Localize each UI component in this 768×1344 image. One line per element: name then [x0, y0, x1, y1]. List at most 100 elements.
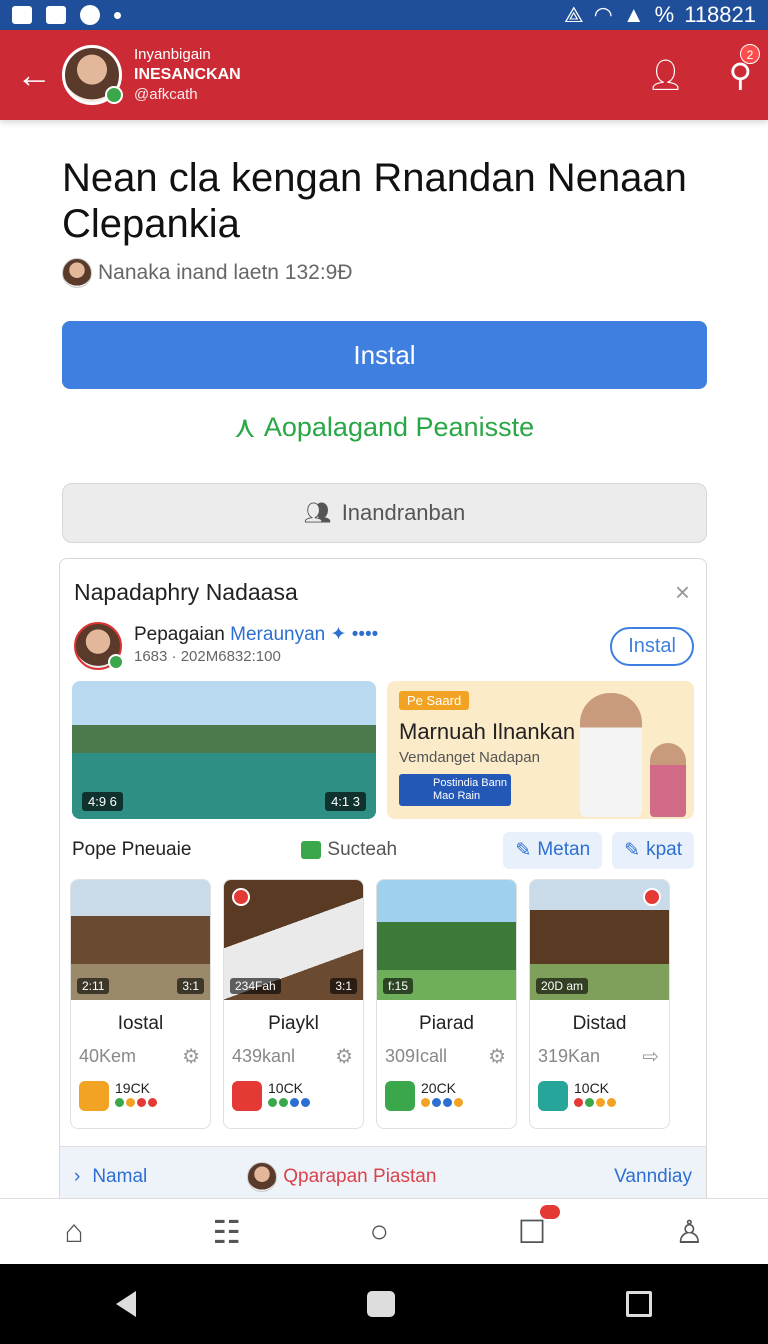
gear-icon[interactable]: ⚙ — [335, 1044, 353, 1069]
chevron-right-icon: › — [74, 1165, 81, 1187]
media-tag-left: 4:9 6 — [82, 792, 123, 811]
nav-home-icon[interactable] — [366, 1291, 395, 1317]
camera-icon — [12, 6, 32, 24]
thumb-tag-left: f:15 — [383, 978, 414, 994]
footer-left-link[interactable]: › Namal — [74, 1166, 147, 1188]
tile-thumbnail: 2:11 3:1 — [71, 880, 210, 1000]
nav-recents-icon[interactable] — [626, 1291, 653, 1317]
tile-count: 19CK — [115, 1080, 151, 1096]
post-author-link[interactable]: Meraunyan — [230, 624, 325, 645]
post-avatar[interactable] — [74, 622, 124, 670]
edit-icon: ✎ — [515, 839, 532, 861]
rating-dots — [115, 1098, 157, 1107]
gear-icon[interactable]: ⚙ — [182, 1044, 200, 1069]
page-title: Nean cla kengan Rnandan Nenaan Clepankia — [62, 156, 687, 246]
tile-thumbnail: f:15 — [377, 880, 516, 1000]
app-link-label: Aopalagand Peanisste — [263, 412, 535, 442]
app-tile[interactable]: 234Fah 3:1 Piaykl 439kanl ⚙ 10CK — [223, 879, 364, 1129]
tool-label: Pope Pneuaie — [72, 839, 192, 860]
app-tile[interactable]: 2:11 3:1 Iostal 40Kem ⚙ 19CK — [70, 879, 211, 1129]
install-button[interactable]: Instal — [62, 321, 707, 389]
app-logo-icon: ⋏ — [233, 411, 256, 444]
chip-metan-label: Metan — [537, 839, 591, 860]
card-heading: Napadaphry Nadaasa — [74, 579, 298, 605]
thumb-tag-right: 3:1 — [330, 978, 357, 994]
gear-icon[interactable]: ⚙ — [488, 1044, 506, 1069]
promo-subtitle: Vemdanget Nadapan — [399, 749, 540, 766]
close-icon[interactable]: × — [675, 577, 690, 608]
ad-card: Napadaphry Nadaasa × Pepagaian Meraunyan… — [59, 558, 707, 1208]
verified-icon — [108, 654, 124, 670]
home-icon[interactable]: ⌂ — [64, 1213, 83, 1250]
tile-size: 439kanl — [232, 1046, 296, 1066]
chip-kpat[interactable]: ✎ kpat — [612, 831, 694, 869]
feed-icon[interactable]: ☷ — [212, 1213, 241, 1251]
promo-banner[interactable]: Pe Saard Marnuah Ilnankan Vemdanget Nada… — [387, 681, 694, 819]
edit-icon: ✎ — [624, 839, 641, 861]
bottom-tab-bar: ⌂ ☷ ○ ☐ ♙ — [0, 1198, 768, 1264]
profile-tab-icon[interactable]: ♙ — [675, 1213, 704, 1251]
nav-back-icon[interactable] — [115, 1291, 136, 1317]
post-date: 1683 · 202M6832:100 — [134, 648, 281, 665]
app-bar: ← Inyanbigain INESANCKAN @afkcath 👤︎ ⚲ 2 — [0, 30, 768, 120]
notification-badge: 2 — [740, 44, 760, 64]
tile-size: 309Icall — [385, 1046, 448, 1066]
alert-dot-icon — [643, 888, 661, 906]
footer-right-link[interactable]: Vanndiay — [614, 1166, 692, 1188]
tile-name: Iostal — [117, 1013, 164, 1034]
tile-size: 40Kem — [79, 1046, 137, 1066]
more-icon[interactable]: ✦ •••• — [331, 624, 379, 645]
promo-headline: Marnuah Ilnankan — [399, 719, 576, 744]
meta-text: Nanaka inand laetn 132:9Đ — [98, 261, 353, 284]
profile-icon[interactable]: 👤︎ — [646, 58, 684, 93]
tile-name: Piaykl — [268, 1013, 319, 1034]
post-header: Pepagaian Meraunyan ✦ •••• 1683 · 202M68… — [74, 622, 694, 670]
thumb-tag-right: 3:1 — [177, 978, 204, 994]
suc-link[interactable]: Sucteah — [301, 839, 397, 861]
tile-thumbnail: 234Fah 3:1 — [224, 880, 363, 1000]
app-tile[interactable]: 20D am Distad 319Kan ⇨ 10CK — [529, 879, 670, 1129]
back-arrow-icon[interactable]: ← — [16, 54, 56, 96]
secondary-button[interactable]: 👥︎ Inandranban — [62, 483, 707, 543]
channel-handle: @afkcath — [134, 86, 198, 103]
promo-child-image — [650, 743, 686, 817]
promo-box: Postindia Bann Mao Rain — [399, 774, 511, 806]
promo-person-image — [580, 693, 642, 817]
promo-chip: Pe Saard — [399, 691, 470, 710]
channel-name: INESANCKAN — [134, 66, 241, 83]
media-lake-image[interactable]: 4:9 6 4:1 3 — [72, 681, 376, 819]
status-time: 118821 — [684, 2, 756, 27]
circle-icon[interactable]: ○ — [370, 1213, 389, 1250]
battery-percent: % — [654, 2, 675, 27]
tile-thumbnail: 20D am — [530, 880, 669, 1000]
app-grid: 2:11 3:1 Iostal 40Kem ⚙ 19CK 234Fah 3:1 … — [70, 879, 696, 1129]
inbox-badge — [540, 1204, 561, 1219]
secondary-button-label: Inandranban — [341, 500, 466, 525]
users-icon: 👥︎ — [303, 500, 332, 525]
verified-icon — [105, 86, 123, 104]
app-icon — [538, 1081, 568, 1111]
system-nav-bar — [0, 1264, 768, 1344]
share-icon[interactable]: ⇨ — [642, 1044, 659, 1069]
screen-icon — [46, 6, 66, 24]
app-tile[interactable]: f:15 Piarad 309Icall ⚙ 20CK — [376, 879, 517, 1129]
suc-label: Sucteah — [327, 839, 398, 860]
dot-icon — [114, 11, 121, 19]
tile-count: 10CK — [574, 1080, 610, 1096]
tile-name: Piarad — [419, 1013, 474, 1034]
wifi-icon: ◠ — [593, 2, 613, 27]
app-link[interactable]: ⋏ Aopalagand Peanisste — [0, 410, 768, 445]
post-author: Pepagaian Meraunyan ✦ •••• — [134, 624, 378, 646]
footer-mid-label: Qparapan Piastan — [283, 1165, 437, 1187]
avatar[interactable] — [62, 45, 123, 105]
tile-count: 10CK — [268, 1080, 304, 1096]
chip-metan[interactable]: ✎ Metan — [503, 831, 603, 869]
post-author-name: Pepagaian — [134, 624, 225, 645]
install-pill-button[interactable]: Instal — [610, 626, 694, 666]
footer-mid-link[interactable]: Qparapan Piastan — [247, 1161, 437, 1192]
media-tag-right: 4:1 3 — [325, 792, 366, 811]
nfc-icon: ⟁ — [564, 2, 584, 27]
status-bar: ⟁ ◠ ▲ % 118821 — [0, 0, 768, 30]
inbox-icon[interactable]: ☐ — [518, 1204, 561, 1251]
footer-left-label: Namal — [92, 1165, 148, 1187]
